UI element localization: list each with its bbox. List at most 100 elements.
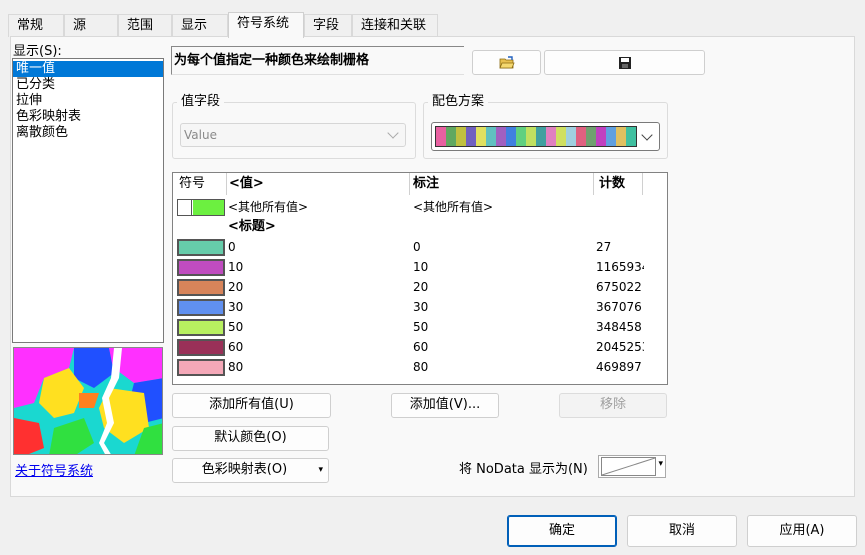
column-divider [409, 173, 410, 195]
value-cell: 30 [228, 300, 244, 314]
value-cell: 20 [228, 280, 244, 294]
list-item-classified[interactable]: 已分类 [13, 77, 163, 93]
color-ramp-segment [606, 127, 616, 146]
color-swatch[interactable] [177, 339, 225, 356]
checkbox-icon [178, 200, 192, 215]
label-cell: 20 [413, 280, 429, 294]
label-cell: 60 [413, 340, 429, 354]
label-cell: 80 [413, 360, 429, 374]
table-row[interactable]: 10 10 1165934 [173, 257, 644, 277]
colormap-button-label: 色彩映射表(O) [201, 462, 288, 477]
tab-display[interactable]: 显示 [172, 14, 228, 37]
color-swatch[interactable] [177, 359, 225, 376]
about-symbology-link[interactable]: 关于符号系统 [15, 460, 93, 479]
add-all-values-button[interactable]: 添加所有值(U) [172, 393, 331, 418]
color-ramp-segment [536, 127, 546, 146]
add-values-button[interactable]: 添加值(V)... [391, 393, 499, 418]
color-ramp-segment [546, 127, 556, 146]
column-header-symbol[interactable]: 符号 [179, 173, 205, 195]
column-divider [642, 173, 643, 195]
apply-button[interactable]: 应用(A) [747, 515, 857, 547]
no-color-swatch-icon [601, 457, 656, 476]
count-cell: 367076 [596, 300, 642, 314]
color-swatch[interactable] [177, 319, 225, 336]
cancel-button[interactable]: 取消 [627, 515, 737, 547]
tab-label: 符号系统 [237, 16, 290, 31]
caret-down-icon: ▾ [318, 465, 323, 475]
color-swatch [193, 200, 224, 215]
unique-values-grid[interactable]: 符号 <值> 标注 计数 <其他所有值> <其他所有值> <标题> 0 0 27 10… [172, 172, 668, 385]
label-cell: 30 [413, 300, 429, 314]
tab-label: 常规 [17, 18, 44, 33]
count-cell: 469897 [596, 360, 642, 374]
other-values-swatch[interactable] [177, 199, 225, 216]
column-divider [593, 173, 594, 195]
value-cell: <其他所有值> [228, 200, 309, 214]
tab-symbology[interactable]: 符号系统 [228, 12, 304, 38]
colormap-button[interactable]: 色彩映射表(O) ▾ [172, 458, 329, 483]
color-swatch[interactable] [177, 239, 225, 256]
column-header-count[interactable]: 计数 [599, 173, 625, 195]
table-row[interactable]: 0 0 27 [173, 237, 643, 257]
chevron-down-icon [387, 127, 399, 139]
description-box: 为每个值指定一种颜色来绘制栅格 [171, 46, 464, 75]
count-cell: 2045253 [596, 340, 644, 354]
color-ramp-segment [476, 127, 486, 146]
label-cell: 50 [413, 320, 429, 334]
color-swatch[interactable] [177, 279, 225, 296]
color-ramp-segment [446, 127, 456, 146]
tab-label: 源 [73, 18, 87, 33]
table-row[interactable]: 20 20 675022 [173, 277, 643, 297]
ok-button[interactable]: 确定 [507, 515, 617, 547]
color-ramp-preview [435, 126, 637, 147]
table-row[interactable]: 30 30 367076 [173, 297, 643, 317]
other-values-row[interactable]: <其他所有值> <其他所有值> [173, 197, 643, 217]
save-layer-file-button[interactable] [544, 50, 705, 75]
show-label: 显示(S): [13, 44, 62, 59]
color-ramp-segment [566, 127, 576, 146]
color-ramp-segment [596, 127, 606, 146]
color-scheme-select[interactable] [431, 122, 660, 151]
list-item-discrete-color[interactable]: 离散颜色 [13, 125, 163, 141]
table-row[interactable]: 50 50 348458 [173, 317, 643, 337]
tab-fields[interactable]: 字段 [304, 14, 352, 37]
color-ramp-segment [456, 127, 466, 146]
column-header-label[interactable]: 标注 [413, 173, 439, 195]
tab-label: 显示 [181, 18, 208, 33]
count-cell: 27 [596, 240, 612, 254]
color-swatch[interactable] [177, 299, 225, 316]
heading-row[interactable]: <标题> [173, 217, 643, 237]
value-cell: 10 [228, 260, 244, 274]
color-swatch[interactable] [177, 259, 225, 276]
description-text: 为每个值指定一种颜色来绘制栅格 [174, 53, 370, 68]
value-cell: 80 [228, 360, 244, 374]
remove-button[interactable]: 移除 [559, 393, 667, 418]
label-cell: 0 [413, 240, 421, 254]
table-row[interactable]: 60 60 2045253 [173, 337, 644, 357]
value-field-select[interactable]: Value [180, 123, 406, 147]
color-ramp-segment [486, 127, 496, 146]
color-ramp-segment [506, 127, 516, 146]
renderer-list[interactable]: 唯一值 已分类 拉伸 色彩映射表 离散颜色 [12, 58, 164, 343]
preview-image [13, 347, 163, 455]
open-layer-file-button[interactable] [472, 50, 541, 75]
column-header-value[interactable]: <值> [229, 173, 264, 195]
nodata-color-picker[interactable]: ▾ [598, 455, 666, 478]
value-field-title: 值字段 [177, 95, 225, 109]
color-ramp-segment [576, 127, 586, 146]
color-scheme-title: 配色方案 [428, 95, 489, 109]
chevron-down-icon [641, 128, 653, 141]
color-ramp-segment [626, 127, 636, 146]
tab-extent[interactable]: 范围 [118, 14, 172, 37]
tab-general[interactable]: 常规 [8, 14, 64, 37]
tab-source[interactable]: 源 [64, 14, 118, 37]
label-cell: <其他所有值> [413, 200, 494, 214]
value-cell: 50 [228, 320, 244, 334]
count-cell: 675022 [596, 280, 642, 294]
default-colors-button[interactable]: 默认颜色(O) [172, 426, 329, 451]
tab-joins-relates[interactable]: 连接和关联 [352, 14, 438, 37]
list-item-stretched[interactable]: 拉伸 [13, 93, 163, 109]
table-row[interactable]: 80 80 469897 [173, 357, 643, 377]
list-item-unique-values[interactable]: 唯一值 [13, 61, 163, 77]
list-item-colormap[interactable]: 色彩映射表 [13, 109, 163, 125]
